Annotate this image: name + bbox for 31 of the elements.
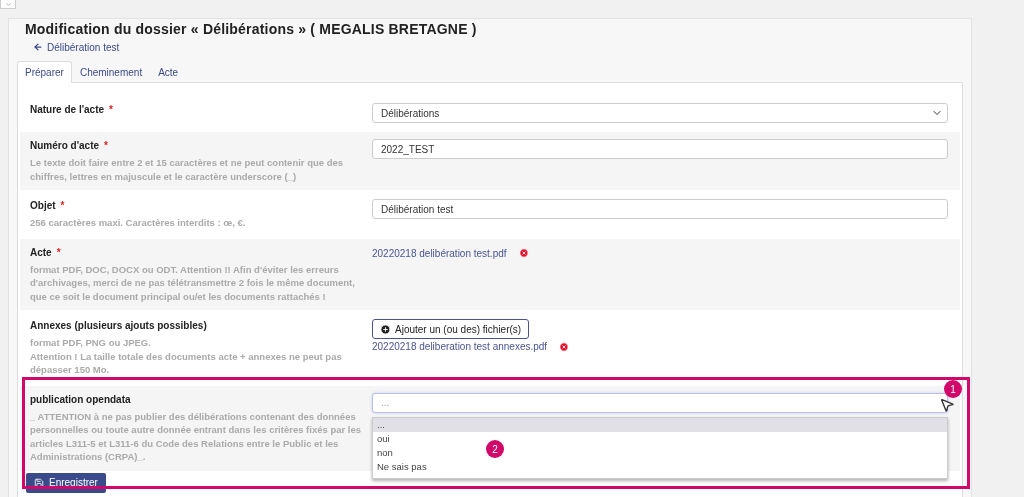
save-icon: [34, 477, 44, 488]
tab[interactable]: Acte: [150, 61, 187, 83]
back-link[interactable]: Délibération test: [33, 41, 120, 53]
chevron-down-icon: [4, 0, 12, 8]
remove-icon[interactable]: [559, 341, 570, 352]
help-text: 256 caractères maxi. Caractères interdits : œ, €.: [30, 216, 247, 230]
field-label: Annexes (plusieurs ajouts possibles): [30, 319, 208, 333]
help-text: Le texte doit faire entre 2 et 15 caractères et ne peut contenir que des chiffres, lettres en majuscule et le caractère underscore (_): [30, 156, 345, 183]
field-label: Acte *: [30, 245, 62, 260]
cursor-icon: [939, 397, 955, 413]
tab[interactable]: Cheminement: [71, 61, 151, 83]
help-text: _ ATTENTION à ne pas publier des délibérations contenant des données personnelles ou toute autre donnée entrant dans les critères fixés par les articles L311-5 et L311-6 du Code des Relations entre le Public et les Administrations (CRPA)_.: [30, 409, 363, 464]
help-text: format PDF, DOC, DOCX ou ODT. Attention !! Afin d'éviter les erreurs d'archivages, merci de ne pas télétransmettre 2 fois le même document, que ce soit le document principal ou/et les documents rattachés !: [30, 262, 356, 303]
field-label: Numéro d'acte *: [30, 139, 109, 153]
file-link[interactable]: 20220218 deliberation test annexes.pdf: [372, 341, 548, 352]
remove-icon[interactable]: [518, 248, 529, 258]
input-field[interactable]: Délibération test: [372, 199, 948, 219]
page-title: Modification du dossier « Délibérations » ( MEGALIS BRETAGNE ): [25, 20, 478, 38]
input-field[interactable]: 2022_TEST: [372, 139, 948, 159]
file-link[interactable]: 20220218 delibération test.pdf: [372, 247, 507, 259]
help-text: format PDF, PNG ou JPEG. Attention ! La taille totale des documents acte + annexes ne peut pas dépasser 150 Mo.: [30, 336, 343, 377]
dropdown-option[interactable]: ...: [373, 417, 947, 432]
tab[interactable]: Préparer: [17, 61, 72, 83]
plus-circle-icon: [380, 323, 391, 335]
select-field[interactable]: [0, 0, 16, 9]
add-file-button[interactable]: Ajouter un (ou des) fichier(s): [372, 319, 530, 339]
select-field[interactable]: Délibérations: [372, 103, 948, 123]
field-label: Nature de l'acte *: [30, 103, 114, 117]
field-label: Objet *: [30, 199, 66, 213]
field-label: publication opendata: [30, 392, 132, 407]
arrow-left-icon: [33, 42, 43, 52]
